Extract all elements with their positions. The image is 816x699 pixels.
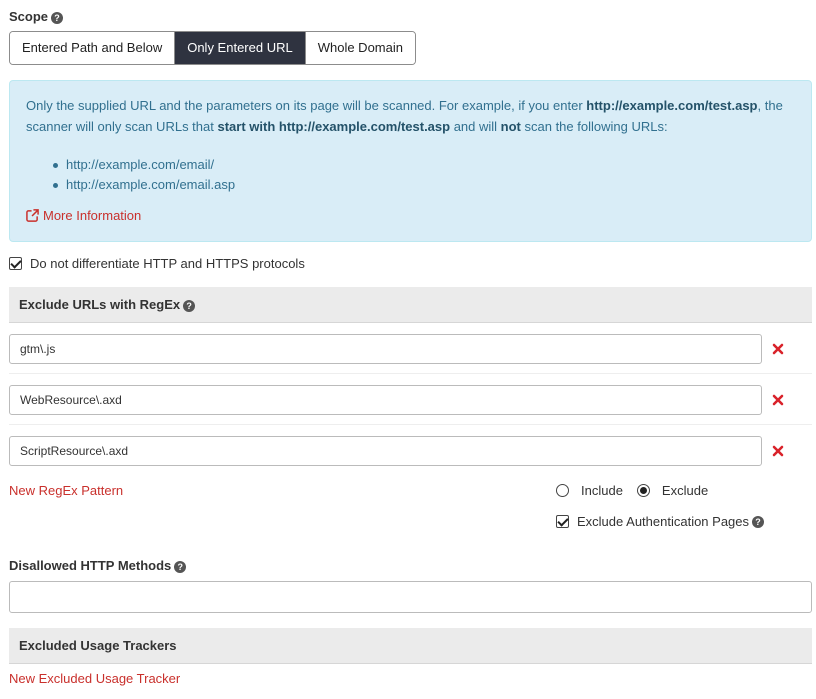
- regex-row: WebResource\.axd: [9, 374, 812, 425]
- protocol-checkbox-row[interactable]: Do not differentiate HTTP and HTTPS prot…: [9, 256, 305, 271]
- excluded-usage-trackers-header: Excluded Usage Trackers: [9, 628, 812, 664]
- help-icon[interactable]: ?: [752, 515, 765, 528]
- protocol-checkbox[interactable]: [9, 257, 22, 270]
- exclude-auth-pages-checkbox[interactable]: [556, 515, 569, 528]
- external-link-icon: [26, 209, 39, 222]
- include-exclude-radio-group: Include Exclude: [556, 483, 722, 498]
- exclude-urls-header: Exclude URLs with RegEx?: [9, 287, 812, 323]
- regex-row: ScriptResource\.axd: [9, 425, 812, 476]
- scope-button-group: Entered Path and Below Only Entered URL …: [9, 31, 416, 65]
- exclude-auth-pages-label: Exclude Authentication Pages: [577, 514, 750, 529]
- new-excluded-usage-tracker-link[interactable]: New Excluded Usage Tracker: [9, 671, 180, 686]
- list-item: http://example.com/email/: [53, 155, 795, 175]
- exclude-radio-label: Exclude: [661, 483, 709, 498]
- scope-description: Only the supplied URL and the parameters…: [26, 98, 783, 134]
- scope-label: Scope?: [9, 9, 64, 24]
- protocol-checkbox-label: Do not differentiate HTTP and HTTPS prot…: [30, 256, 305, 271]
- help-icon[interactable]: ?: [174, 560, 187, 573]
- scope-option-whole-domain[interactable]: Whole Domain: [305, 32, 415, 64]
- regex-pattern-input[interactable]: WebResource\.axd: [9, 385, 762, 415]
- remove-icon[interactable]: [772, 445, 784, 457]
- include-radio[interactable]: [556, 484, 569, 497]
- disallowed-http-methods-label: Disallowed HTTP Methods?: [9, 558, 187, 573]
- new-regex-pattern-link[interactable]: New RegEx Pattern: [9, 483, 123, 498]
- scope-info-box: Only the supplied URL and the parameters…: [9, 80, 812, 242]
- example-url-list: http://example.com/email/ http://example…: [53, 155, 795, 195]
- remove-icon[interactable]: [772, 394, 784, 406]
- regex-row: gtm\.js: [9, 323, 812, 374]
- exclude-auth-pages-row[interactable]: Exclude Authentication Pages ?: [556, 514, 765, 529]
- scope-option-entered-path-and-below[interactable]: Entered Path and Below: [10, 32, 176, 64]
- remove-icon[interactable]: [772, 343, 784, 355]
- more-information-link[interactable]: More Information: [26, 205, 795, 226]
- include-radio-label: Include: [581, 483, 623, 498]
- exclude-radio[interactable]: [636, 484, 650, 497]
- help-icon[interactable]: ?: [51, 11, 64, 24]
- scan-scope-settings: Scope? Entered Path and Below Only Enter…: [0, 0, 816, 699]
- disallowed-http-methods-input[interactable]: [9, 581, 812, 613]
- scope-option-only-entered-url[interactable]: Only Entered URL: [175, 32, 306, 64]
- regex-pattern-input[interactable]: gtm\.js: [9, 334, 762, 364]
- list-item: http://example.com/email.asp: [53, 175, 795, 195]
- help-icon[interactable]: ?: [183, 299, 196, 312]
- regex-pattern-input[interactable]: ScriptResource\.axd: [9, 436, 762, 466]
